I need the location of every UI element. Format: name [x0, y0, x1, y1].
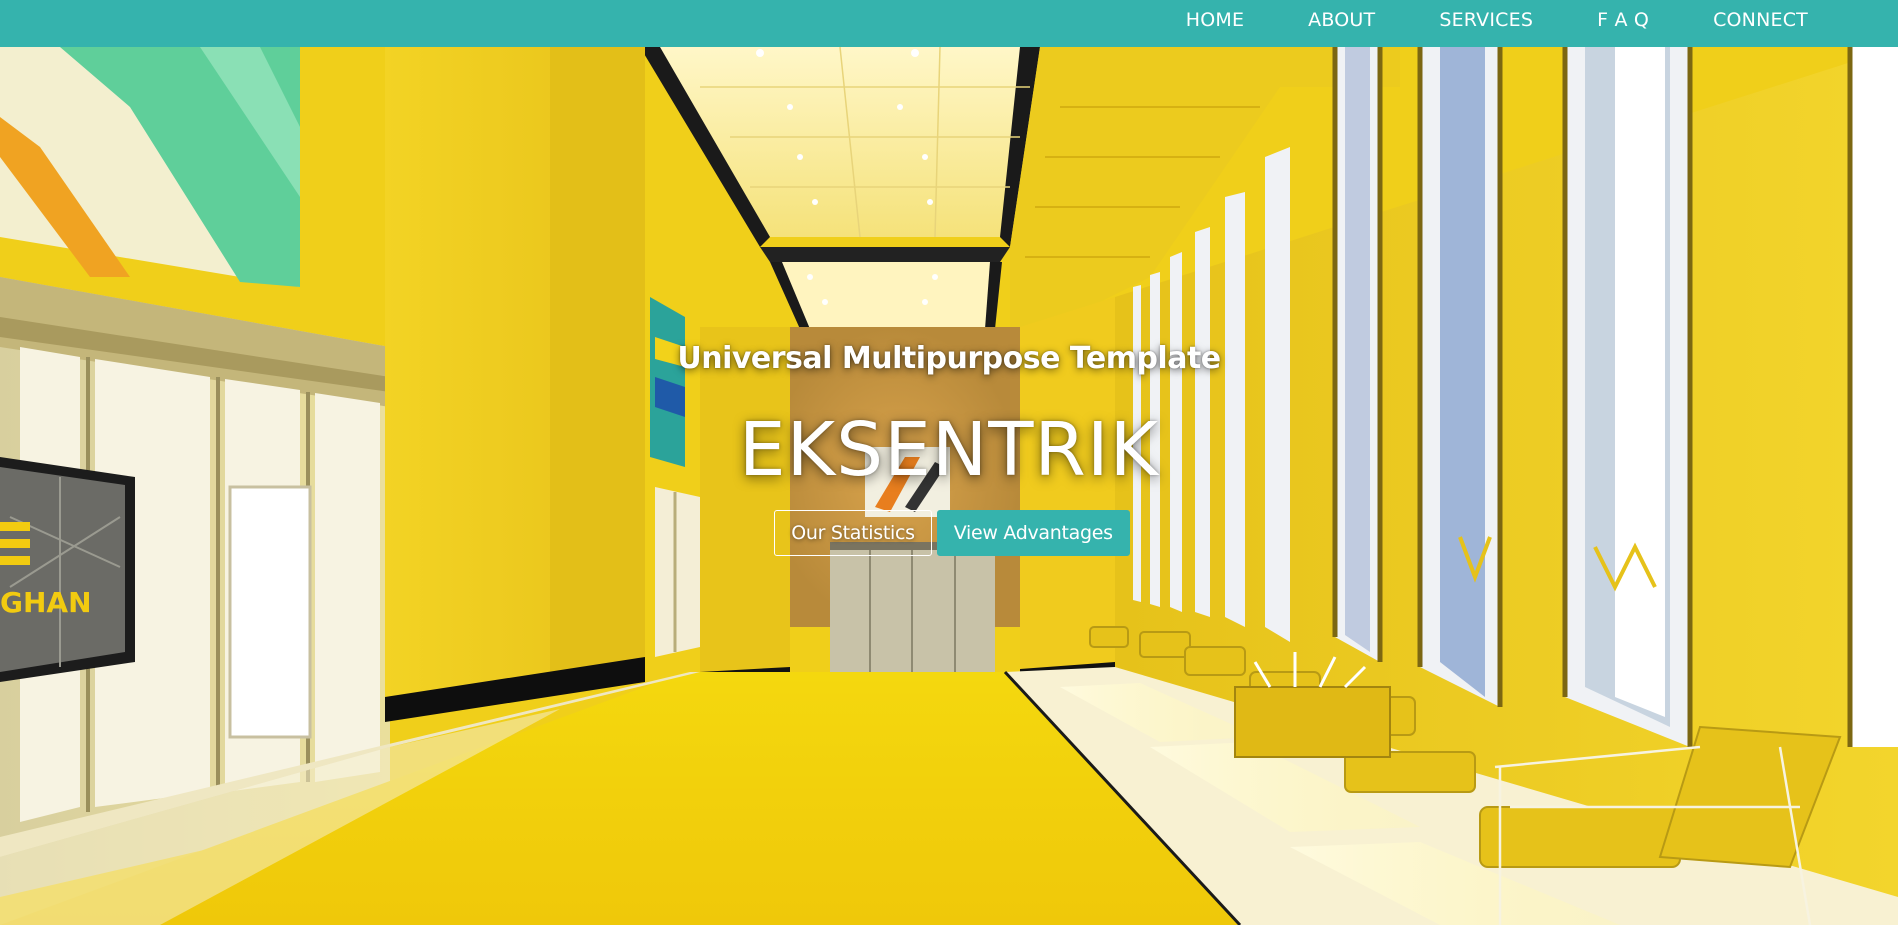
nav-item-home[interactable]: HOME — [1186, 9, 1244, 31]
hero-section: GHAN Universal Multipurpose Template EKS… — [0, 47, 1898, 925]
hero-overlay: Universal Multipurpose Template EKSENTRI… — [0, 47, 1898, 925]
page: HOME ABOUT SERVICES F A Q CONNECT GHAN U… — [0, 0, 1898, 925]
our-statistics-button[interactable]: Our Statistics — [774, 510, 932, 556]
nav-item-connect[interactable]: CONNECT — [1713, 9, 1808, 31]
top-navbar: HOME ABOUT SERVICES F A Q CONNECT — [0, 0, 1898, 47]
nav-item-services[interactable]: SERVICES — [1439, 9, 1533, 31]
hero-subtitle: Universal Multipurpose Template — [677, 341, 1221, 376]
view-advantages-button[interactable]: View Advantages — [936, 510, 1130, 556]
nav-item-faq[interactable]: F A Q — [1597, 9, 1649, 31]
nav-menu: HOME ABOUT SERVICES F A Q CONNECT — [1186, 0, 1808, 40]
nav-item-about[interactable]: ABOUT — [1308, 9, 1375, 31]
hero-title: EKSENTRIK — [738, 407, 1160, 493]
hero-button-group: Our Statistics View Advantages — [0, 510, 1898, 556]
